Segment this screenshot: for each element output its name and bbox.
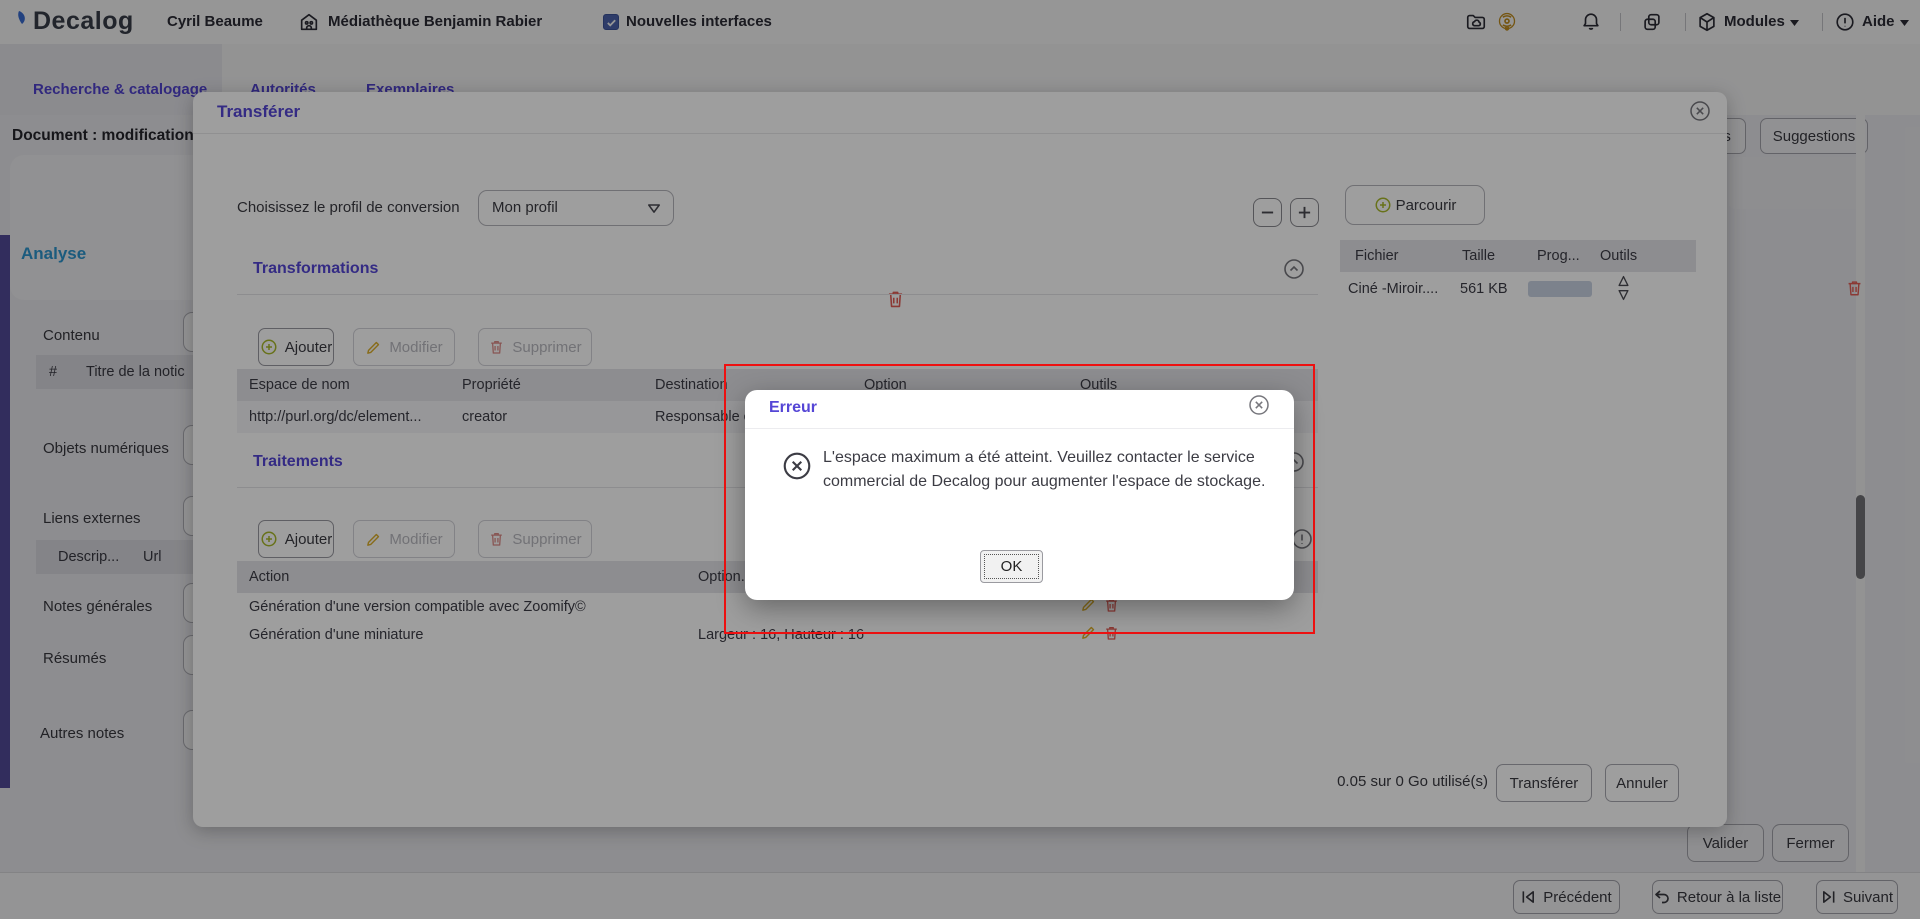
error-dialog-title: Erreur — [769, 399, 817, 417]
error-dialog: Erreur L'espace maximum a été atteint. V… — [745, 390, 1294, 600]
error-circle-x-icon — [781, 450, 813, 482]
divider — [745, 428, 1294, 429]
ok-button[interactable]: OK — [980, 550, 1043, 583]
error-message: L'espace maximum a été atteint. Veuillez… — [823, 446, 1271, 494]
error-dialog-close-icon[interactable] — [1247, 393, 1271, 417]
application-root: Decalog Cyril Beaume Médiathèque Benjami… — [0, 0, 1920, 919]
